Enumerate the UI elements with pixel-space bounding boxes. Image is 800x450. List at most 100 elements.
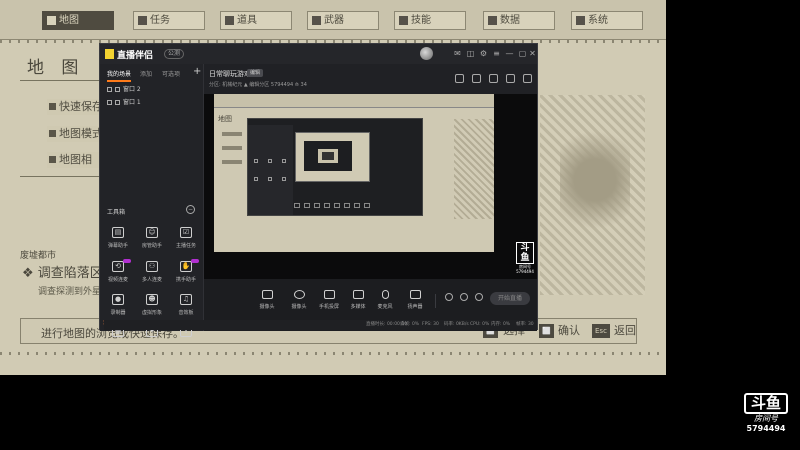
maximize-icon[interactable]: ▢ bbox=[518, 49, 527, 58]
stat-cpu: CPU: 0% bbox=[470, 322, 490, 327]
lock-icon[interactable] bbox=[115, 87, 120, 92]
game-menu-item[interactable]: 快速保存 bbox=[47, 99, 107, 115]
phone-cast-button[interactable]: 手机投屏 bbox=[316, 290, 342, 310]
chart-icon[interactable] bbox=[489, 74, 498, 83]
hand-icon: ✋ bbox=[180, 261, 192, 272]
game-tab-system[interactable]: 系统 bbox=[571, 11, 643, 30]
eye-icon[interactable] bbox=[107, 100, 112, 105]
collapse-icon[interactable]: − bbox=[186, 205, 195, 214]
game-tab-items[interactable]: 道具 bbox=[220, 11, 292, 30]
game-artwork bbox=[560, 120, 630, 240]
start-live-button[interactable]: 开始直播 bbox=[490, 292, 530, 305]
divider bbox=[20, 80, 100, 81]
close-icon[interactable]: ✕ bbox=[528, 49, 537, 58]
new-badge bbox=[123, 259, 131, 263]
preview-watermark: 斗鱼 房间号 5794494 bbox=[516, 242, 534, 274]
mail-icon[interactable]: ✉ bbox=[453, 49, 462, 58]
scene-item[interactable]: 窗口 1 bbox=[107, 97, 141, 106]
screen-icon bbox=[261, 290, 273, 299]
person-icon: ☺ bbox=[146, 227, 158, 238]
minimize-icon[interactable]: — bbox=[505, 49, 514, 58]
stream-settings-icon[interactable] bbox=[475, 293, 483, 301]
eye-icon[interactable] bbox=[107, 87, 112, 92]
screen-capture-button[interactable]: 摄像头 bbox=[254, 290, 280, 310]
game-tab-weapons[interactable]: 武器 bbox=[307, 11, 379, 30]
stream-preview[interactable]: 地图 斗鱼 房间号 5794494 bbox=[204, 94, 537, 279]
media-button[interactable]: 多媒体 bbox=[345, 290, 371, 310]
logo-icon bbox=[105, 49, 114, 59]
share-icon[interactable] bbox=[523, 74, 532, 83]
stats-bar: 直播时长: 00:00:00 丢帧: 0% FPS: 30 码率: 0KB/s … bbox=[104, 320, 537, 330]
speaker-icon bbox=[409, 290, 421, 299]
tool-host-task[interactable]: ☑ 主播任务 bbox=[169, 227, 203, 257]
add-scene-icon[interactable]: + bbox=[193, 66, 201, 77]
preview-nested-core bbox=[318, 149, 338, 163]
watermark-room-id: 5794494 bbox=[746, 424, 786, 433]
edit-title-button[interactable]: 编辑 bbox=[247, 69, 264, 77]
speaker-button[interactable]: 扬声器 bbox=[402, 290, 428, 310]
preview-dot bbox=[282, 159, 286, 163]
game-menu-item[interactable]: 地图模式 bbox=[47, 126, 107, 142]
menu-icon[interactable]: ≡ bbox=[492, 49, 501, 58]
camera-button[interactable]: 摄像头 bbox=[286, 290, 312, 310]
phone-icon bbox=[323, 290, 335, 299]
media-icon bbox=[352, 290, 364, 299]
app-sidebar: 我的场景 添加 可选项 + 窗口 2 窗口 1 工具箱 − ▤ 弹幕助手 ☺ 房管助… bbox=[100, 64, 204, 337]
share-screen-icon[interactable] bbox=[455, 74, 464, 83]
version-badge: 公测 bbox=[164, 49, 185, 59]
game-location-label: 废墟都市 bbox=[20, 251, 57, 261]
settings-icon[interactable]: ⚙ bbox=[479, 49, 488, 58]
record-toggle-icon[interactable] bbox=[445, 293, 453, 301]
new-badge bbox=[191, 259, 199, 263]
game-tab-map[interactable]: 地图 bbox=[42, 11, 114, 30]
douyu-watermark: 斗鱼 房间号 5794494 bbox=[744, 393, 788, 437]
task-icon: ☑ bbox=[180, 227, 192, 238]
watermark-brand: 斗鱼 bbox=[744, 393, 788, 414]
bell-icon[interactable] bbox=[506, 74, 515, 83]
preview-line bbox=[222, 132, 242, 136]
room-title[interactable]: 日常聊玩游戏 bbox=[209, 69, 251, 79]
skin-icon[interactable]: ◫ bbox=[466, 49, 475, 58]
user-avatar[interactable] bbox=[420, 47, 433, 60]
preview-nested-window bbox=[304, 141, 352, 171]
tool-hand[interactable]: ✋ 携手助手 bbox=[169, 259, 203, 291]
tab-square-icon bbox=[138, 16, 147, 25]
game-tab-quest[interactable]: 任务 bbox=[133, 11, 205, 30]
mic-icon bbox=[381, 290, 389, 299]
lock-icon[interactable] bbox=[472, 74, 481, 83]
toolbox-heading: 工具箱 bbox=[107, 209, 126, 216]
tab-my-scenes[interactable]: 我的场景 bbox=[107, 69, 132, 82]
stat-fps: FPS: 30 bbox=[422, 322, 439, 327]
tool-multi-link[interactable]: ⚇ 多人连麦 bbox=[135, 261, 169, 291]
tool-video-link[interactable]: ⟲ 视频连麦 bbox=[101, 259, 135, 291]
tool-room-admin[interactable]: ☺ 房管助手 bbox=[135, 227, 169, 257]
preview-tab-bar bbox=[214, 94, 494, 108]
preview-nested-capture bbox=[295, 132, 370, 182]
preview-nested-app bbox=[247, 118, 423, 216]
tab-square-icon bbox=[225, 16, 234, 25]
camera-icon bbox=[293, 290, 305, 299]
preview-dot bbox=[254, 159, 258, 163]
sound-board-icon: ♫ bbox=[180, 294, 192, 305]
watermark-room-label: 房间号 bbox=[754, 414, 778, 423]
tool-danmu[interactable]: ▤ 弹幕助手 bbox=[101, 227, 135, 257]
tab-options[interactable]: 可选项 bbox=[162, 69, 180, 78]
app-titlebar: 直播伴侣 公测 ✉ ◫ ⚙ ≡ — ▢ ✕ bbox=[100, 44, 537, 64]
scene-item[interactable]: 窗口 2 bbox=[107, 84, 141, 93]
lock-icon[interactable] bbox=[115, 100, 120, 105]
timer-icon[interactable] bbox=[460, 293, 468, 301]
preview-nested-toolbar bbox=[294, 193, 420, 208]
microphone-button[interactable]: 麦克风 bbox=[372, 290, 398, 310]
tab-square-icon bbox=[399, 16, 408, 25]
preview-dot bbox=[268, 177, 272, 181]
room-info-bar: 日常聊玩游戏 编辑 分区: 机械纪元 ▲ 编辑分区 5794494 ⟰ 34 bbox=[204, 64, 537, 94]
stat-bitrate: 码率: 0KB/s bbox=[444, 322, 469, 327]
game-tab-data[interactable]: 数据 bbox=[483, 11, 555, 30]
tab-square-icon bbox=[312, 16, 321, 25]
preview-title: 地图 bbox=[218, 115, 232, 123]
record-icon: ● bbox=[112, 294, 124, 305]
tab-add[interactable]: 添加 bbox=[140, 69, 152, 78]
game-tab-skills[interactable]: 技能 bbox=[394, 11, 466, 30]
app-logo: 直播伴侣 bbox=[105, 48, 153, 61]
game-menu-item[interactable]: 地图相 bbox=[47, 152, 107, 168]
